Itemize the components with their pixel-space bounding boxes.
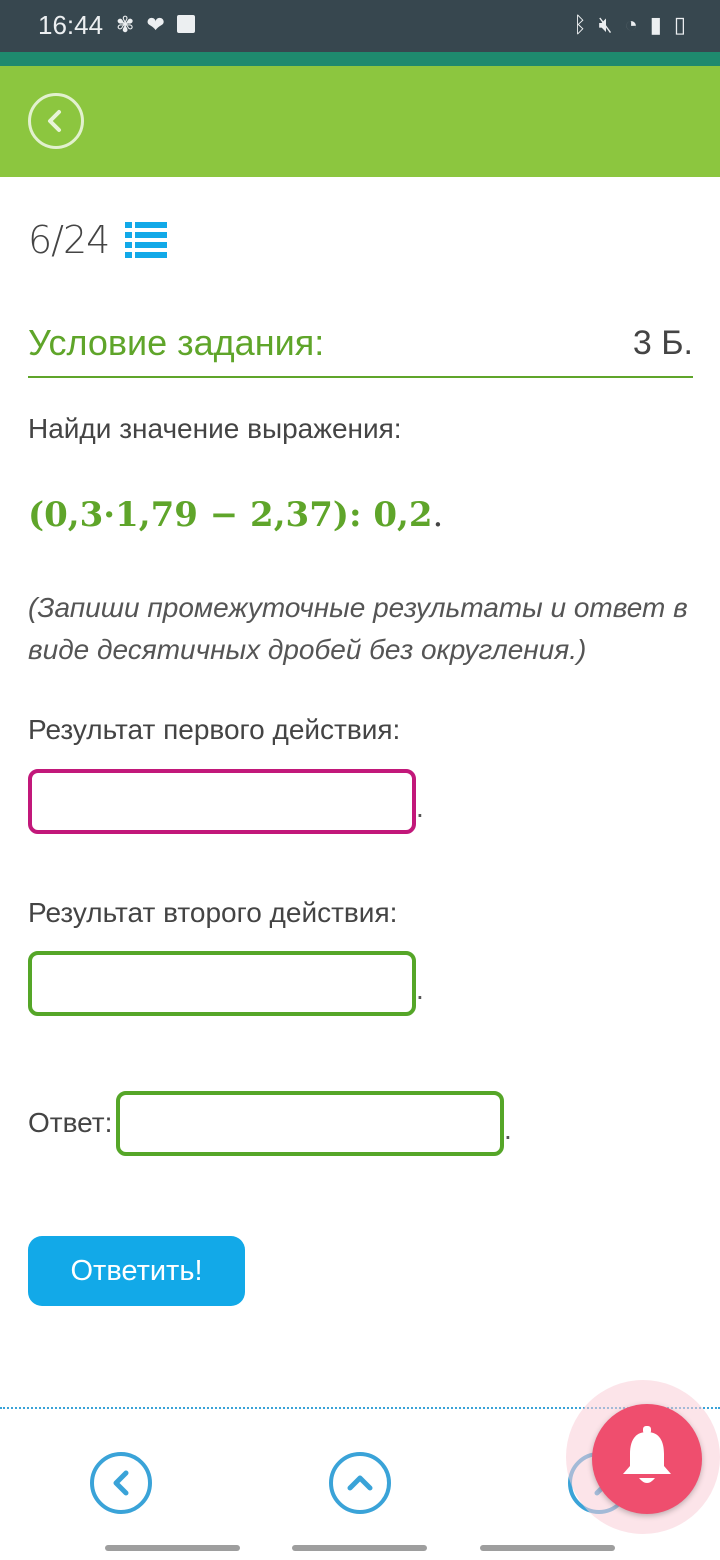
notification-button[interactable] (592, 1404, 702, 1514)
step2-label: Результат второго действия: (28, 897, 398, 928)
signal-icon: ▮ (649, 12, 662, 37)
chevron-up-icon (347, 1475, 373, 1491)
status-time: 16:44 (38, 10, 104, 40)
submit-button[interactable]: Ответить! (28, 1236, 245, 1306)
step1-input[interactable] (28, 769, 416, 834)
gesture-bar-left (105, 1545, 240, 1551)
task-note: (Запиши промежуточные результаты и ответ… (28, 592, 688, 665)
condition-title: Условие задания: (28, 322, 325, 363)
chevron-left-icon (113, 1470, 129, 1496)
step1-label: Результат первого действия: (28, 714, 401, 745)
step2-input[interactable] (28, 951, 416, 1016)
task-condition-header: Условие задания: 3 Б. (28, 318, 693, 378)
bell-icon (623, 1426, 671, 1483)
fan-icon: ✾ (116, 12, 135, 37)
app-header (0, 66, 720, 177)
wifi-icon: ◔ (624, 12, 638, 37)
status-right-icons: ᛒ 🔇︎ ◔ ▮ ▯ (573, 12, 686, 38)
mute-icon: 🔇︎ (598, 12, 613, 37)
back-button[interactable] (28, 93, 84, 149)
step1-period: . (416, 792, 424, 823)
task-progress: 6/24 (28, 218, 168, 264)
answer-label: Ответ: (28, 1107, 113, 1138)
prev-task-button[interactable] (90, 1452, 152, 1514)
scroll-up-button[interactable] (329, 1452, 391, 1514)
bluetooth-icon: ᛒ (573, 12, 587, 37)
status-left-icons: ✾ ❤ (116, 12, 195, 38)
gesture-bar-right (480, 1545, 615, 1551)
list-icon[interactable] (125, 221, 168, 264)
status-bar: 16:44 ✾ ❤ ᛒ 🔇︎ ◔ ▮ ▯ (0, 0, 720, 52)
checkbox-icon (176, 15, 195, 33)
answer-input[interactable] (116, 1091, 504, 1156)
task-counter: 6/24 (28, 218, 110, 262)
battery-icon: ▯ (673, 12, 686, 37)
step2-period: . (416, 974, 424, 1005)
expression-text: (0,3·1,79 − 2,37): 0,2 (28, 495, 433, 535)
task-points: 3 Б. (632, 324, 693, 362)
task-expression: (0,3·1,79 − 2,37): 0,2. (28, 495, 443, 535)
answer-period: . (504, 1114, 512, 1145)
task-prompt: Найди значение выражения: (28, 413, 402, 444)
chevron-left-icon (48, 110, 61, 132)
expression-period: . (432, 495, 444, 535)
status-strip (0, 52, 720, 66)
gesture-bar-center (292, 1545, 427, 1551)
heart-icon: ❤ (146, 12, 165, 37)
